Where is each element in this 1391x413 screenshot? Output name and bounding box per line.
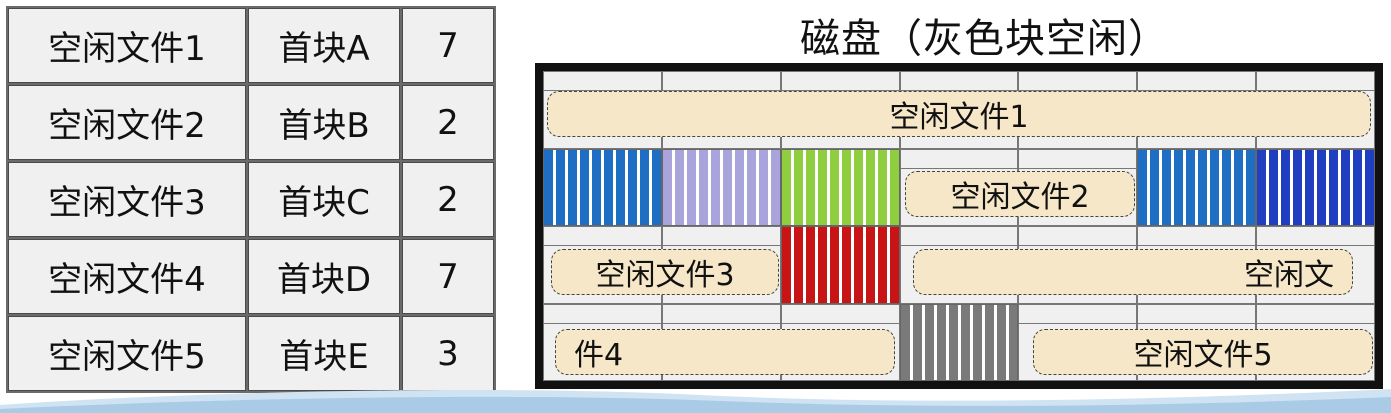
first-block-cell: 首块D	[248, 239, 400, 314]
block-count-cell: 2	[402, 162, 494, 237]
disk-block-strip	[1018, 71, 1138, 91]
disk-block-strip	[1018, 303, 1138, 324]
used-block	[661, 148, 781, 226]
free-file-label: 空闲文件3	[595, 258, 735, 293]
free-file-4-part1: 空闲文	[913, 249, 1353, 295]
disk-block-strip	[1137, 71, 1257, 91]
first-block-cell: 首块B	[248, 85, 400, 160]
table-row: 空闲文件1 首块A 7	[8, 8, 494, 83]
disk-block-strip	[1256, 303, 1375, 324]
disk-block-strip	[543, 71, 662, 91]
disk-block-strip	[1137, 226, 1257, 246]
free-file-5: 空闲文件5	[1033, 329, 1373, 375]
free-file-label: 空闲文件1	[889, 100, 1029, 135]
free-file-2: 空闲文件2	[905, 171, 1135, 217]
disk-block-strip	[543, 303, 662, 324]
file-name-cell: 空闲文件4	[8, 239, 246, 314]
table-row: 空闲文件2 首块B 2	[8, 85, 494, 160]
decorative-swoosh	[0, 389, 1391, 413]
file-name-cell: 空闲文件2	[8, 85, 246, 160]
free-file-table: 空闲文件1 首块A 7 空闲文件2 首块B 2 空闲文件3 首块C 2 空闲文件4 首块D 7 空闲文件…	[6, 6, 496, 393]
file-name-cell: 空闲文件3	[8, 162, 246, 237]
disk-block-strip	[1256, 71, 1375, 91]
file-name-cell: 空闲文件1	[8, 8, 246, 83]
disk-block-strip	[1018, 148, 1138, 169]
used-block	[780, 226, 900, 304]
free-file-label: 空闲文件5	[1133, 338, 1273, 373]
first-block-cell: 首块E	[248, 316, 400, 391]
free-file-4-part2: 件4	[555, 329, 895, 375]
table-row: 空闲文件5 首块E 3	[8, 316, 494, 391]
disk-block-strip	[1137, 303, 1257, 324]
disk-block-strip	[780, 303, 900, 324]
disk-block-strip	[1256, 226, 1375, 246]
file-name-cell: 空闲文件5	[8, 316, 246, 391]
free-file-label: 件4	[574, 338, 624, 373]
table-row: 空闲文件4 首块D 7	[8, 239, 494, 314]
disk-block-strip	[899, 148, 1019, 169]
disk-block-strip	[661, 71, 781, 91]
disk-diagram: 空闲文件1 空闲文件2 空闲文件3 空闲文件4 空闲文件5	[535, 63, 1383, 389]
disk-block-strip	[780, 71, 900, 91]
first-block-cell: 首块A	[248, 8, 400, 83]
used-block	[780, 148, 900, 226]
block-count-cell: 7	[402, 239, 494, 314]
first-block-cell: 首块C	[248, 162, 400, 237]
used-block	[543, 148, 662, 226]
disk-block-strip	[661, 226, 781, 246]
free-file-label: 空闲文件2	[950, 180, 1090, 215]
disk-block-grid: 空闲文件1 空闲文件2 空闲文件3 空闲文件4 空闲文件5	[543, 71, 1375, 381]
disk-title: 磁盘（灰色块空闲）	[800, 16, 1169, 62]
block-count-cell: 7	[402, 8, 494, 83]
disk-block-strip	[899, 71, 1019, 91]
table-row: 空闲文件3 首块C 2	[8, 162, 494, 237]
used-block	[1256, 148, 1375, 226]
free-file-1: 空闲文件1	[547, 91, 1371, 137]
disk-block-strip	[543, 226, 662, 246]
free-file-3: 空闲文件3	[551, 249, 779, 295]
disk-block-strip	[661, 303, 781, 324]
disk-block-strip	[1018, 226, 1138, 246]
block-count-cell: 3	[402, 316, 494, 391]
block-count-cell: 2	[402, 85, 494, 160]
disk-block-strip	[899, 226, 1019, 246]
used-block	[1137, 148, 1257, 226]
used-block	[899, 303, 1019, 381]
free-file-label: 空闲文	[1244, 258, 1334, 293]
